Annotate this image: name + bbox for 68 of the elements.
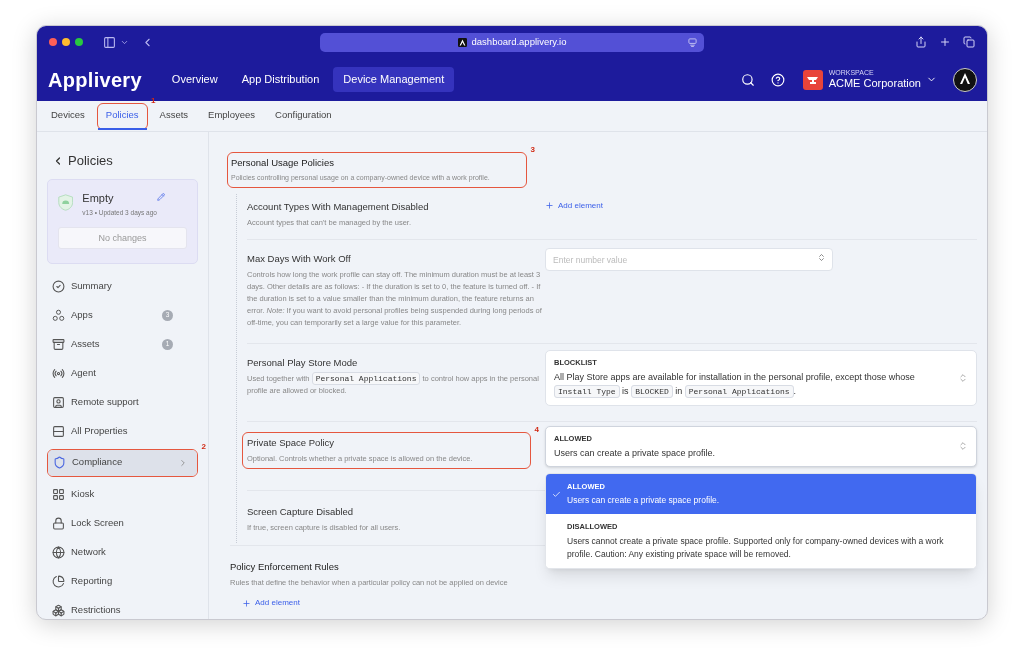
tabs-overview-icon[interactable] xyxy=(963,36,975,48)
globe-icon xyxy=(52,545,65,559)
back-link[interactable]: Policies xyxy=(68,151,113,171)
new-tab-icon[interactable] xyxy=(939,36,951,48)
archive-icon xyxy=(52,337,65,351)
add-element-link[interactable]: Add element xyxy=(255,597,300,610)
sidebar-item[interactable]: Remote support xyxy=(47,387,198,417)
select-arrows-icon xyxy=(958,441,968,452)
number-field[interactable]: Enter number value xyxy=(545,248,833,272)
nav-tab[interactable]: Device Management xyxy=(333,67,455,92)
check-circle-icon xyxy=(52,279,65,293)
policy-name: Empty xyxy=(82,191,115,205)
sidebar-item[interactable]: All Properties xyxy=(47,416,198,446)
section-tab[interactable]: Employees xyxy=(200,102,264,130)
callout-number: 2 xyxy=(201,442,206,451)
setting-title: Account Types With Management Disabled xyxy=(247,199,430,214)
setting-title: Screen Capture Disabled xyxy=(247,504,355,519)
setting-title: Private Space Policy xyxy=(247,435,336,450)
address-bar[interactable]: dashboard.applivery.io xyxy=(320,32,704,52)
sidebar-item[interactable]: Reporting xyxy=(47,566,198,596)
sidebar-item[interactable]: Compliance xyxy=(48,449,197,476)
rows-icon xyxy=(52,424,65,438)
nav-tab[interactable]: Overview xyxy=(161,67,228,92)
share-icon[interactable] xyxy=(915,36,927,48)
sidebar-toggle-icon[interactable] xyxy=(103,35,116,49)
circles-icon xyxy=(52,308,65,322)
workspace-name[interactable]: ACME Corporation xyxy=(828,77,921,90)
url-text: dashboard.applivery.io xyxy=(471,34,567,49)
id-badge-icon xyxy=(52,395,65,409)
pie-chart-icon xyxy=(52,574,65,588)
plus-icon[interactable] xyxy=(242,598,251,608)
search-icon[interactable] xyxy=(740,72,755,87)
section-title: Personal Usage Policies xyxy=(231,156,335,170)
select-arrows-icon xyxy=(958,372,968,383)
sidebar-item[interactable]: Restrictions xyxy=(47,595,198,619)
sidebar-item[interactable]: Network xyxy=(47,537,198,567)
reader-icon[interactable] xyxy=(688,37,697,47)
section-tab[interactable]: Assets xyxy=(151,102,197,130)
setting-title: Max Days With Work Off xyxy=(247,251,352,266)
callout-number: 4 xyxy=(534,425,539,434)
broadcast-icon xyxy=(52,366,65,380)
boxes-icon xyxy=(52,603,65,617)
setting-title: Personal Play Store Mode xyxy=(247,355,359,370)
callout-number: 3 xyxy=(530,146,535,154)
section-tab[interactable]: Policies xyxy=(97,102,147,130)
add-element-link[interactable]: Add element xyxy=(558,199,603,212)
help-icon[interactable] xyxy=(770,72,785,87)
sidebar-item[interactable]: Lock Screen xyxy=(47,508,198,538)
chevron-right-icon xyxy=(178,457,188,468)
logo-icon xyxy=(457,37,467,47)
sidebar-item[interactable]: Agent xyxy=(47,358,198,388)
section-title: Policy Enforcement Rules xyxy=(230,559,340,574)
logo[interactable]: Applivery xyxy=(48,64,142,95)
section-tab[interactable]: Configuration xyxy=(267,102,340,130)
check-icon xyxy=(552,490,561,499)
stepper-icon[interactable] xyxy=(817,252,826,262)
shield-icon xyxy=(53,456,66,469)
sidebar-item[interactable]: Kiosk xyxy=(47,479,198,509)
avatar-icon[interactable] xyxy=(953,67,977,92)
nav-tab[interactable]: App Distribution xyxy=(231,67,330,92)
android-shield-icon xyxy=(58,191,74,213)
sidebar-item[interactable]: Summary xyxy=(47,271,198,301)
plus-icon[interactable] xyxy=(545,201,554,211)
grid-icon xyxy=(52,487,65,501)
section-tab[interactable]: Devices xyxy=(43,102,93,130)
lock-icon xyxy=(52,516,65,530)
workspace-logo-icon xyxy=(802,69,823,90)
callout-number: 1 xyxy=(151,96,156,105)
